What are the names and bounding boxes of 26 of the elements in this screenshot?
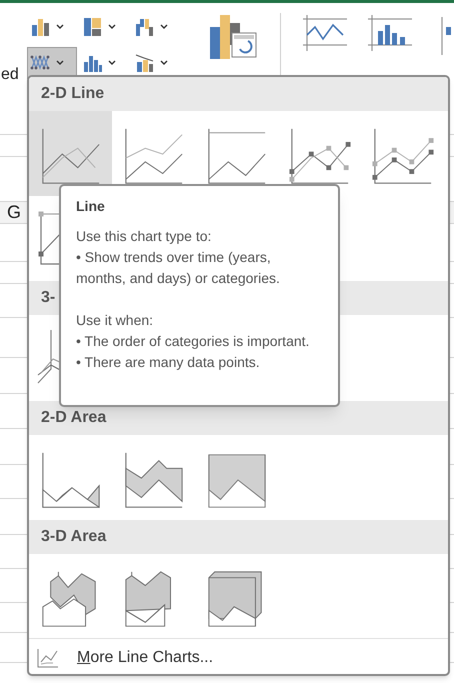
caret-icon (108, 60, 116, 66)
chart-icon (441, 17, 451, 55)
treemap-icon (82, 16, 104, 38)
combo-chart-icon (134, 52, 156, 74)
caret-icon (108, 24, 116, 30)
more-line-charts-item[interactable]: More Line Charts... (29, 638, 448, 674)
tooltip-text: • There are many data points. (76, 353, 261, 372)
column-header: G (7, 201, 22, 224)
column-chart-icon (30, 16, 52, 38)
tooltip-text: Use this chart type to: (76, 227, 212, 246)
chart-type-option[interactable] (29, 111, 112, 196)
pivotchart-icon (208, 13, 258, 61)
gallery-button[interactable] (441, 17, 451, 55)
column-chart-icon (368, 13, 414, 53)
caret-icon (160, 60, 168, 66)
waterfall-chart-icon (134, 16, 156, 38)
caret-icon (56, 24, 64, 30)
section-header: 2-D Line (29, 77, 448, 111)
tooltip-text: • The order of categories is important. (76, 332, 310, 351)
caret-icon (160, 24, 168, 30)
tooltip-title: Line (76, 197, 106, 216)
ribbon-label: ed (0, 65, 20, 85)
line-chart-icon (302, 13, 348, 53)
caret-icon (56, 60, 64, 66)
line-chart-icon (37, 648, 59, 668)
section-header: 3-D Area (29, 520, 448, 554)
